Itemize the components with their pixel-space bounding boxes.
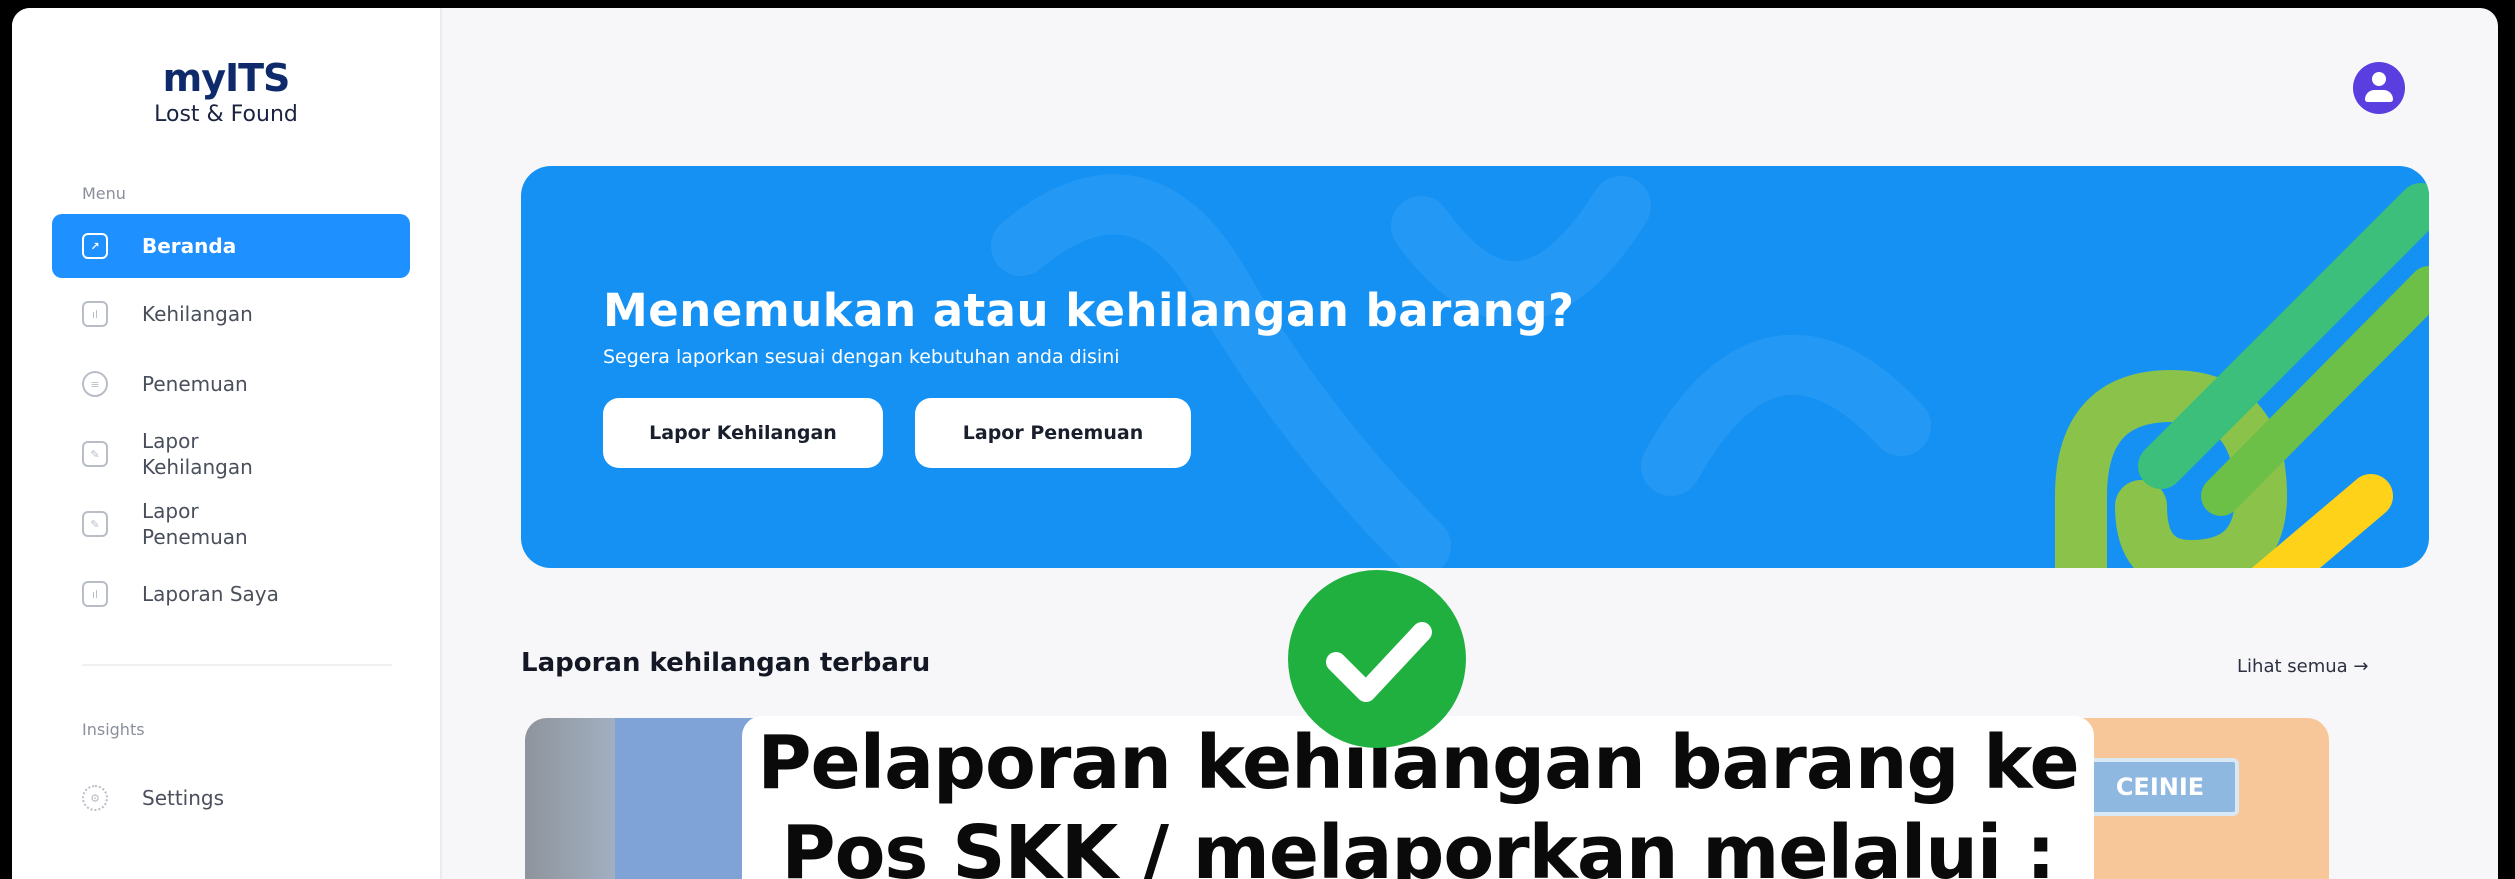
- hero-title: Menemukan atau kehilangan barang?: [603, 284, 1575, 337]
- caption-line-2: Pos SKK / melaporkan melalui :: [781, 810, 2055, 879]
- app-window: myITS Lost & Found Menu ↗ Beranda ıl Keh…: [12, 8, 2498, 879]
- sidebar-item-label: Laporan Saya: [142, 582, 279, 606]
- sidebar-item-label: Kehilangan: [142, 302, 253, 326]
- sidebar-item-label: Settings: [142, 786, 225, 810]
- user-avatar-icon[interactable]: [2353, 62, 2405, 114]
- sidebar-item-kehilangan[interactable]: ıl Kehilangan: [52, 282, 410, 346]
- report-lost-button[interactable]: Lapor Kehilangan: [603, 398, 883, 468]
- report-found-button[interactable]: Lapor Penemuan: [915, 398, 1191, 468]
- insights-section-label: Insights: [82, 720, 145, 739]
- sidebar-item-penemuan[interactable]: ≡ Penemuan: [52, 352, 410, 416]
- sidebar-item-label: Penemuan: [142, 372, 248, 396]
- brand-logo[interactable]: myITS: [12, 56, 440, 100]
- sidebar-item-beranda[interactable]: ↗ Beranda: [52, 214, 410, 278]
- sidebar-item-laporan-saya[interactable]: ıl Laporan Saya: [52, 562, 410, 626]
- coin-icon: ≡: [82, 371, 108, 397]
- bar-chart-icon: ıl: [82, 581, 108, 607]
- sidebar-item-label: Beranda: [142, 234, 237, 258]
- sidebar-item-lapor-penemuan[interactable]: ✎ Lapor Penemuan: [52, 492, 410, 556]
- see-all-link[interactable]: Lihat semua →: [2237, 656, 2368, 677]
- sidebar-divider: [82, 664, 392, 666]
- item-photo-label: CEINIE: [2081, 758, 2239, 816]
- recent-lost-title: Laporan kehilangan terbaru: [521, 648, 931, 678]
- menu-section-label: Menu: [82, 184, 126, 203]
- hero-banner: Menemukan atau kehilangan barang? Segera…: [521, 166, 2429, 568]
- chart-icon: ↗: [82, 233, 108, 259]
- sidebar-item-label: Lapor Penemuan: [142, 499, 248, 549]
- bar-chart-icon: ıl: [82, 301, 108, 327]
- report-icon: ✎: [82, 511, 108, 537]
- sidebar-item-settings[interactable]: ⚙ Settings: [52, 766, 410, 830]
- brand-subtitle: Lost & Found: [154, 102, 298, 127]
- item-photo: [615, 718, 755, 879]
- hero-subtitle: Segera laporkan sesuai dengan kebutuhan …: [603, 346, 1120, 368]
- sidebar: myITS Lost & Found Menu ↗ Beranda ıl Keh…: [12, 8, 442, 879]
- check-icon: [1288, 570, 1466, 748]
- gear-icon: ⚙: [82, 785, 108, 811]
- report-icon: ✎: [82, 441, 108, 467]
- sidebar-item-label: Lapor Kehilangan: [142, 429, 253, 479]
- sidebar-item-lapor-kehilangan[interactable]: ✎ Lapor Kehilangan: [52, 422, 410, 486]
